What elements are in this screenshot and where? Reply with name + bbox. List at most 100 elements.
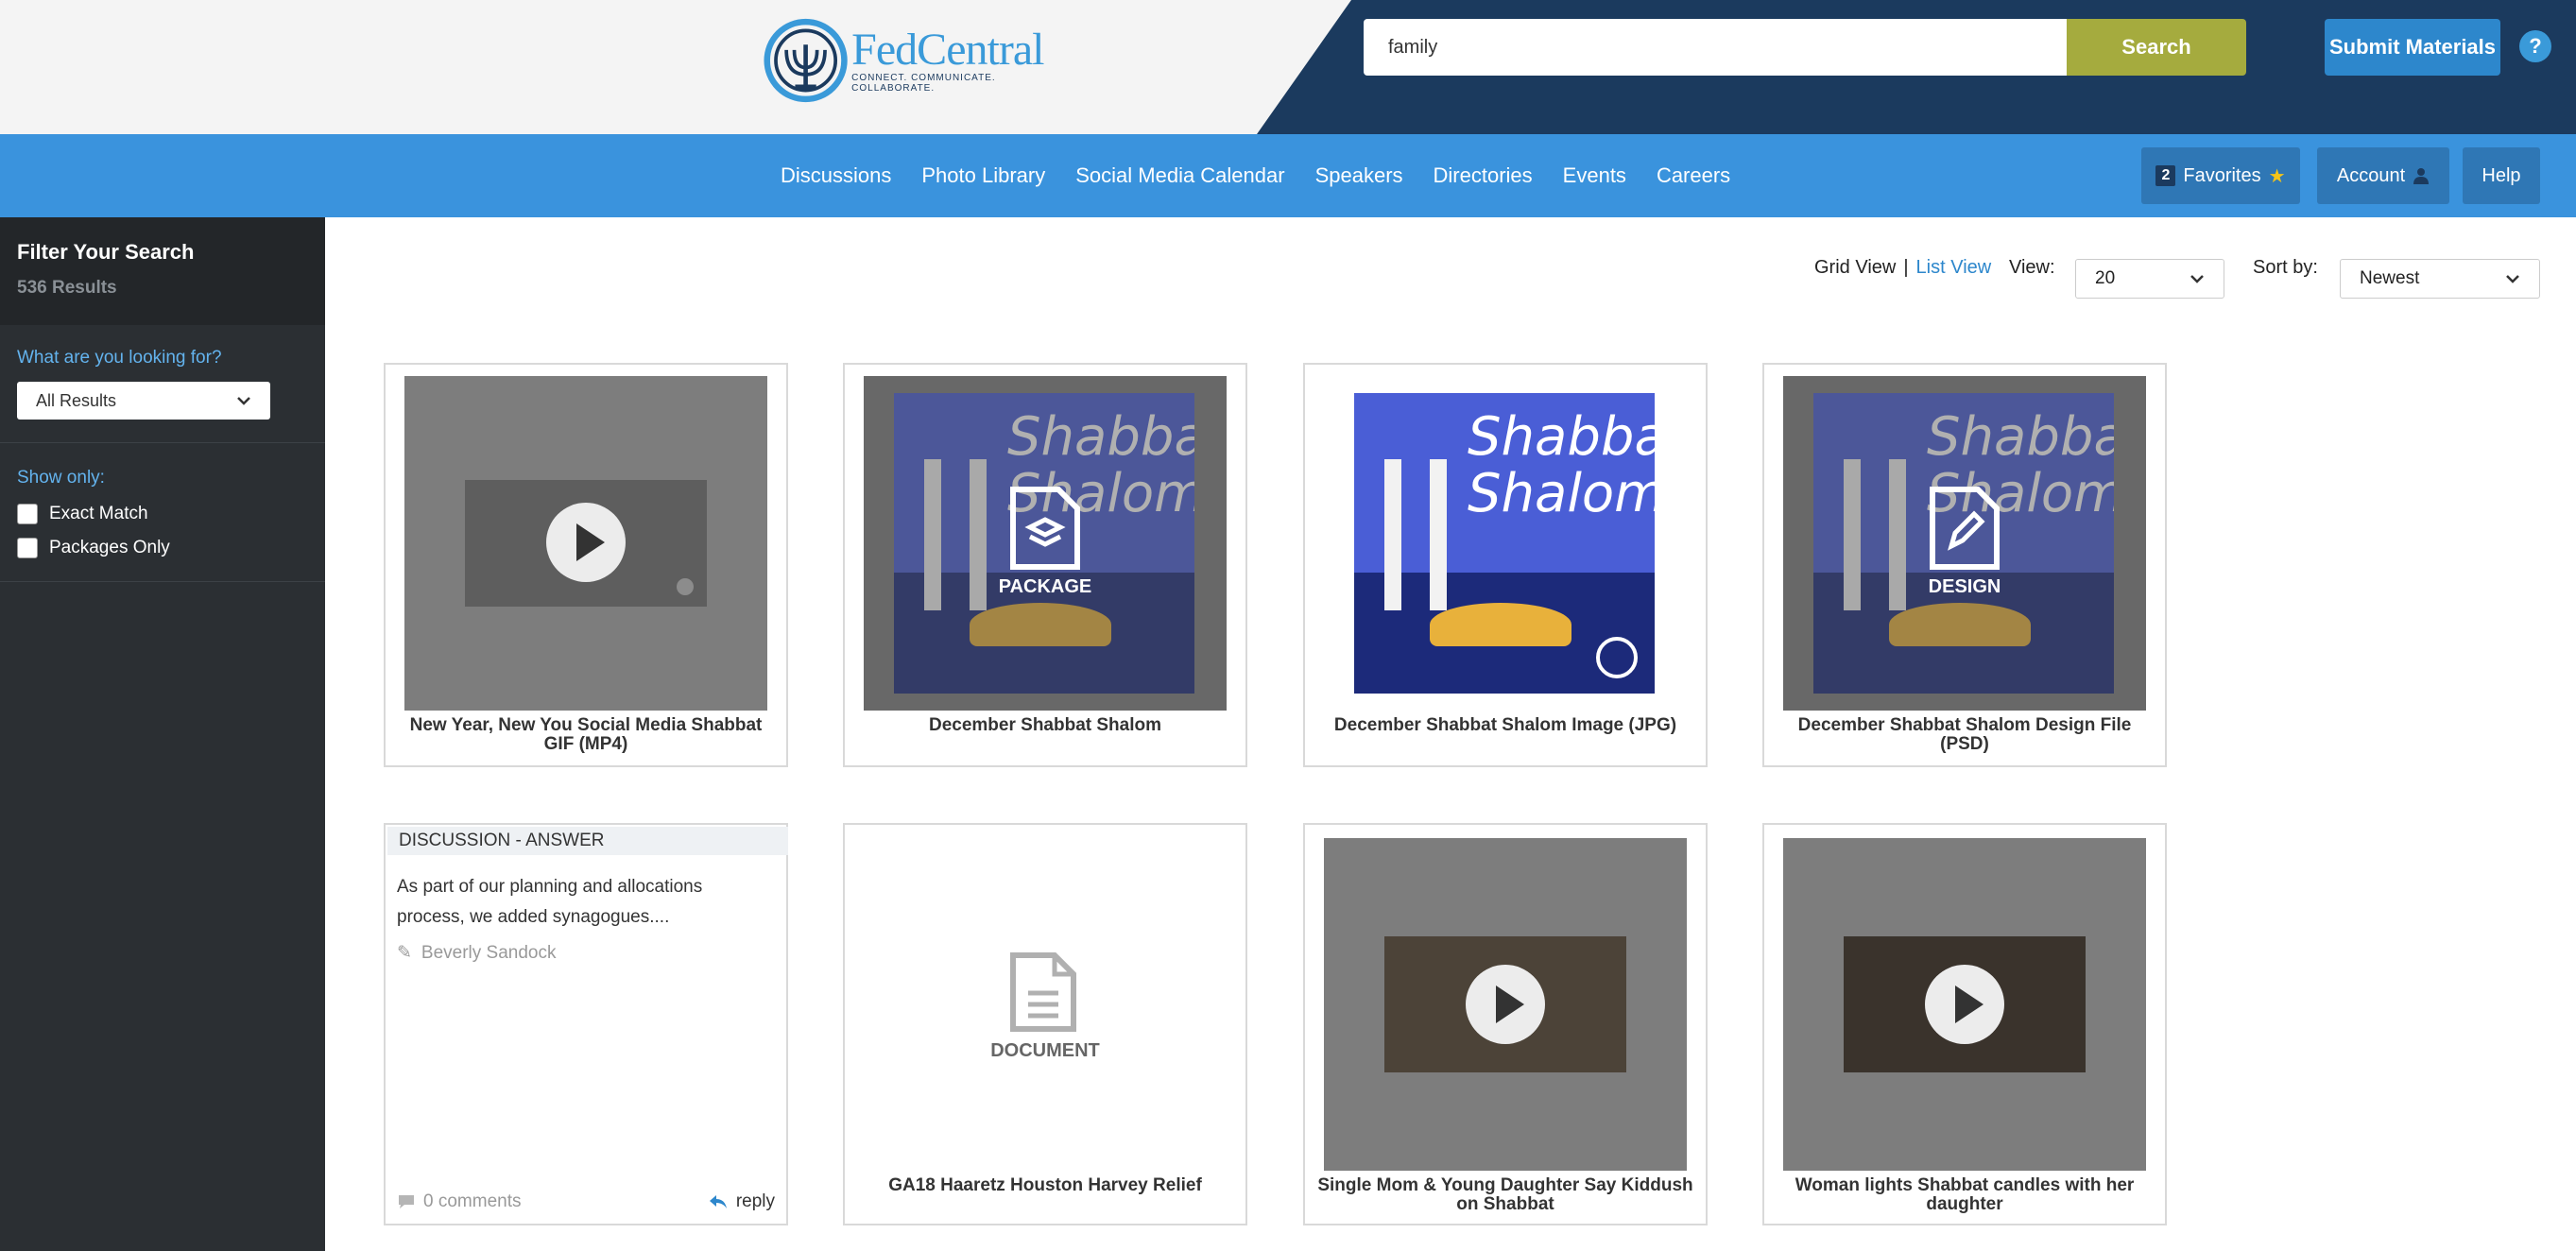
- result-card-design[interactable]: Shabbat Shalom DESIGN December Shabbat S…: [1762, 363, 2167, 767]
- design-thumbnail[interactable]: Shabbat Shalom DESIGN: [1783, 376, 2146, 711]
- account-label: Account: [2336, 164, 2406, 186]
- result-card-discussion[interactable]: DISCUSSION - ANSWER As part of our plann…: [384, 823, 788, 1225]
- show-only-label: Show only:: [17, 468, 105, 488]
- chevron-down-icon: [2506, 275, 2519, 283]
- sort-label: Sort by:: [2253, 257, 2318, 278]
- card-title[interactable]: New Year, New You Social Media Shabbat G…: [395, 716, 777, 754]
- favorites-label: Favorites: [2183, 164, 2261, 186]
- play-icon[interactable]: [546, 503, 626, 582]
- package-icon: [1010, 487, 1080, 570]
- sort-select[interactable]: Newest: [2340, 259, 2540, 299]
- comment-bubble-icon: [399, 1195, 414, 1208]
- pencil-icon: ✎: [397, 943, 412, 963]
- nav-directories[interactable]: Directories: [1434, 163, 1533, 188]
- looking-for-section: What are you looking for? All Results: [0, 325, 325, 443]
- exact-match-option[interactable]: Exact Match: [17, 504, 308, 524]
- card-title[interactable]: December Shabbat Shalom Design File (PSD…: [1774, 716, 2155, 754]
- candle-icon: [1384, 459, 1401, 610]
- challah-icon: [1430, 603, 1571, 646]
- nav-events[interactable]: Events: [1563, 163, 1626, 188]
- packages-only-option[interactable]: Packages Only: [17, 538, 308, 558]
- nav-social-media-calendar[interactable]: Social Media Calendar: [1075, 163, 1284, 188]
- design-overlay-label: DESIGN: [1928, 576, 2001, 597]
- logo-tagline: CONNECT. COMMUNICATE. COLLABORATE.: [851, 73, 996, 94]
- star-icon: ★: [2268, 165, 2286, 187]
- card-title[interactable]: GA18 Haaretz Houston Harvey Relief: [854, 1176, 1236, 1195]
- chevron-down-icon: [237, 397, 250, 405]
- card-title[interactable]: December Shabbat Shalom Image (JPG): [1314, 716, 1696, 735]
- menorah-logo-icon: [764, 18, 848, 103]
- reply-arrow-icon: [709, 1195, 727, 1208]
- card-title[interactable]: Single Mom & Young Daughter Say Kiddush …: [1314, 1176, 1696, 1214]
- package-thumbnail[interactable]: Shabbat Shalom PACKAGE: [864, 376, 1227, 711]
- nav-discussions[interactable]: Discussions: [781, 163, 891, 188]
- list-view-link[interactable]: List View: [1916, 257, 1992, 279]
- result-card-package[interactable]: Shabbat Shalom PACKAGE December Shabbat …: [843, 363, 1247, 767]
- result-type-select[interactable]: All Results: [17, 382, 270, 420]
- result-card-video[interactable]: Single Mom & Young Daughter Say Kiddush …: [1303, 823, 1708, 1225]
- result-card-document[interactable]: DOCUMENT GA18 Haaretz Houston Harvey Rel…: [843, 823, 1247, 1225]
- card-title[interactable]: December Shabbat Shalom: [854, 716, 1236, 735]
- video-thumbnail[interactable]: [1783, 838, 2146, 1171]
- chevron-down-icon: [2190, 275, 2204, 283]
- watermark-logo-icon: [1596, 637, 1638, 678]
- submit-materials-button[interactable]: Submit Materials: [2325, 19, 2500, 76]
- expand-icon[interactable]: [677, 578, 694, 595]
- comments-count: 0 comments: [423, 1191, 522, 1211]
- nav-careers[interactable]: Careers: [1657, 163, 1730, 188]
- design-icon: [1930, 487, 2000, 570]
- nav-speakers[interactable]: Speakers: [1315, 163, 1403, 188]
- view-label: View:: [2009, 257, 2055, 278]
- filter-title: Filter Your Search: [17, 240, 195, 264]
- play-icon[interactable]: [1466, 965, 1545, 1044]
- author-name: Beverly Sandock: [421, 942, 557, 963]
- per-page-select[interactable]: 20: [2075, 259, 2224, 299]
- card-title[interactable]: Woman lights Shabbat candles with her da…: [1774, 1176, 2155, 1214]
- view-toggle: Grid View | List View: [1814, 257, 1991, 279]
- search-input[interactable]: [1364, 19, 2067, 76]
- package-overlay-label: PACKAGE: [998, 576, 1092, 597]
- search-button[interactable]: Search: [2067, 19, 2246, 76]
- grid-view-link[interactable]: Grid View: [1814, 257, 1896, 279]
- filter-sidebar: Filter Your Search 536 Results What are …: [0, 217, 325, 1251]
- exact-match-checkbox[interactable]: [17, 504, 38, 524]
- show-only-section: Show only: Exact Match Packages Only: [0, 443, 325, 582]
- result-card-video[interactable]: Woman lights Shabbat candles with her da…: [1762, 823, 2167, 1225]
- document-icon: [1010, 952, 1076, 1032]
- nav-photo-library[interactable]: Photo Library: [921, 163, 1045, 188]
- results-count: 536 Results: [17, 278, 117, 298]
- video-thumbnail[interactable]: [404, 376, 767, 711]
- fedcentral-logo[interactable]: FedCentral CONNECT. COMMUNICATE. COLLABO…: [764, 15, 1066, 106]
- main-nav: Discussions Photo Library Social Media C…: [0, 134, 2576, 217]
- per-page-value: 20: [2095, 268, 2116, 288]
- help-button[interactable]: Help: [2463, 147, 2540, 204]
- comments-link[interactable]: 0 comments: [397, 1191, 521, 1212]
- exact-match-label: Exact Match: [49, 504, 148, 523]
- sort-value: Newest: [2360, 268, 2420, 288]
- reply-button[interactable]: reply: [708, 1191, 775, 1212]
- packages-only-checkbox[interactable]: [17, 538, 38, 558]
- discussion-author[interactable]: ✎ Beverly Sandock: [397, 942, 557, 964]
- candle-icon: [1430, 459, 1447, 610]
- discussion-type-label: DISCUSSION - ANSWER: [387, 827, 788, 855]
- reply-label: reply: [735, 1191, 775, 1211]
- user-icon: [2413, 168, 2430, 184]
- favorites-button[interactable]: 2 Favorites ★: [2141, 147, 2300, 204]
- packages-only-label: Packages Only: [49, 538, 170, 557]
- discussion-excerpt[interactable]: As part of our planning and allocations …: [397, 872, 775, 933]
- shabbat-shalom-art: Shabbat Shalom: [1354, 393, 1655, 694]
- document-type-label: DOCUMENT: [990, 1040, 1100, 1061]
- logo-title: FedCentral: [851, 25, 1044, 75]
- view-separator: |: [1903, 257, 1909, 278]
- favorites-count: 2: [2155, 165, 2176, 186]
- play-icon[interactable]: [1925, 965, 2004, 1044]
- image-thumbnail[interactable]: Shabbat Shalom: [1324, 376, 1687, 711]
- result-type-value: All Results: [36, 390, 117, 410]
- video-thumbnail[interactable]: [1324, 838, 1687, 1171]
- account-button[interactable]: Account: [2317, 147, 2449, 204]
- looking-for-label: What are you looking for?: [17, 348, 222, 368]
- result-card-image[interactable]: Shabbat Shalom December Shabbat Shalom I…: [1303, 363, 1708, 767]
- result-card-video[interactable]: New Year, New You Social Media Shabbat G…: [384, 363, 788, 767]
- filter-header: Filter Your Search 536 Results: [0, 217, 325, 325]
- help-icon[interactable]: ?: [2519, 30, 2551, 62]
